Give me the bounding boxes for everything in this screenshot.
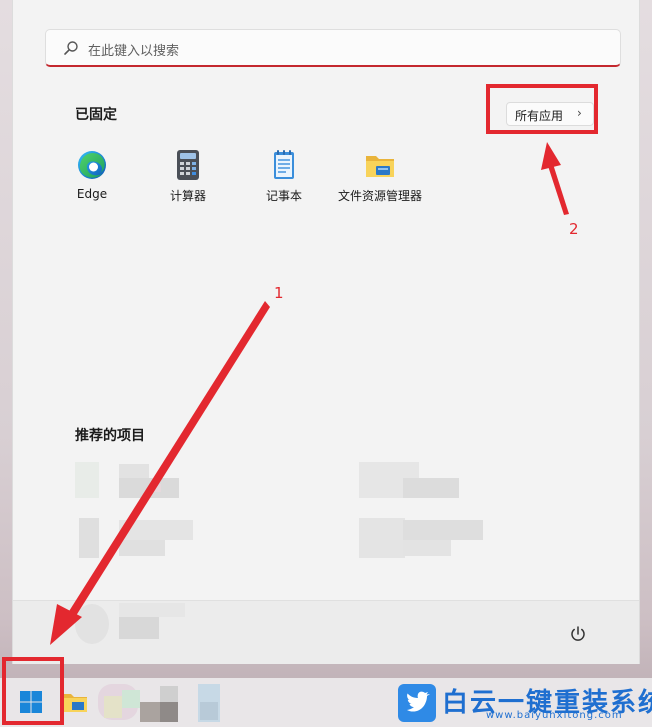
highlight-start-button [2, 657, 64, 725]
watermark-url: www.baiyunxitong.com [486, 710, 623, 721]
file-explorer-taskbar-icon[interactable] [62, 690, 88, 714]
pinned-app-calculator[interactable]: 计算器 [140, 149, 236, 213]
pinned-app-file-explorer[interactable]: 文件资源管理器 [332, 149, 428, 213]
search-icon [64, 41, 78, 55]
power-icon[interactable] [569, 625, 587, 643]
notepad-icon [274, 150, 294, 179]
pinned-app-notepad[interactable]: 记事本 [236, 149, 332, 213]
calculator-icon [177, 150, 199, 180]
annotation-number-1: 1 [274, 284, 284, 302]
pinned-app-edge[interactable]: Edge [44, 149, 140, 213]
watermark: 白云一键重装系统 www.baiyunxitong.com [398, 684, 652, 724]
highlight-all-apps [486, 84, 598, 134]
pinned-app-label: Edge [76, 187, 108, 201]
search-box[interactable]: 在此键入以搜索 [45, 29, 621, 67]
pinned-app-label: 文件资源管理器 [337, 189, 422, 203]
edge-icon [78, 151, 106, 179]
search-input[interactable]: 在此键入以搜索 [88, 40, 179, 59]
start-menu-footer [13, 600, 639, 664]
annotation-number-2: 2 [569, 220, 579, 238]
file-explorer-icon [366, 156, 394, 177]
pinned-section-title: 已固定 [75, 107, 117, 123]
twitter-bird-icon [398, 684, 436, 722]
pinned-app-label: 记事本 [265, 189, 302, 203]
recommended-section-title: 推荐的项目 [75, 428, 145, 444]
pinned-app-label: 计算器 [169, 189, 206, 203]
